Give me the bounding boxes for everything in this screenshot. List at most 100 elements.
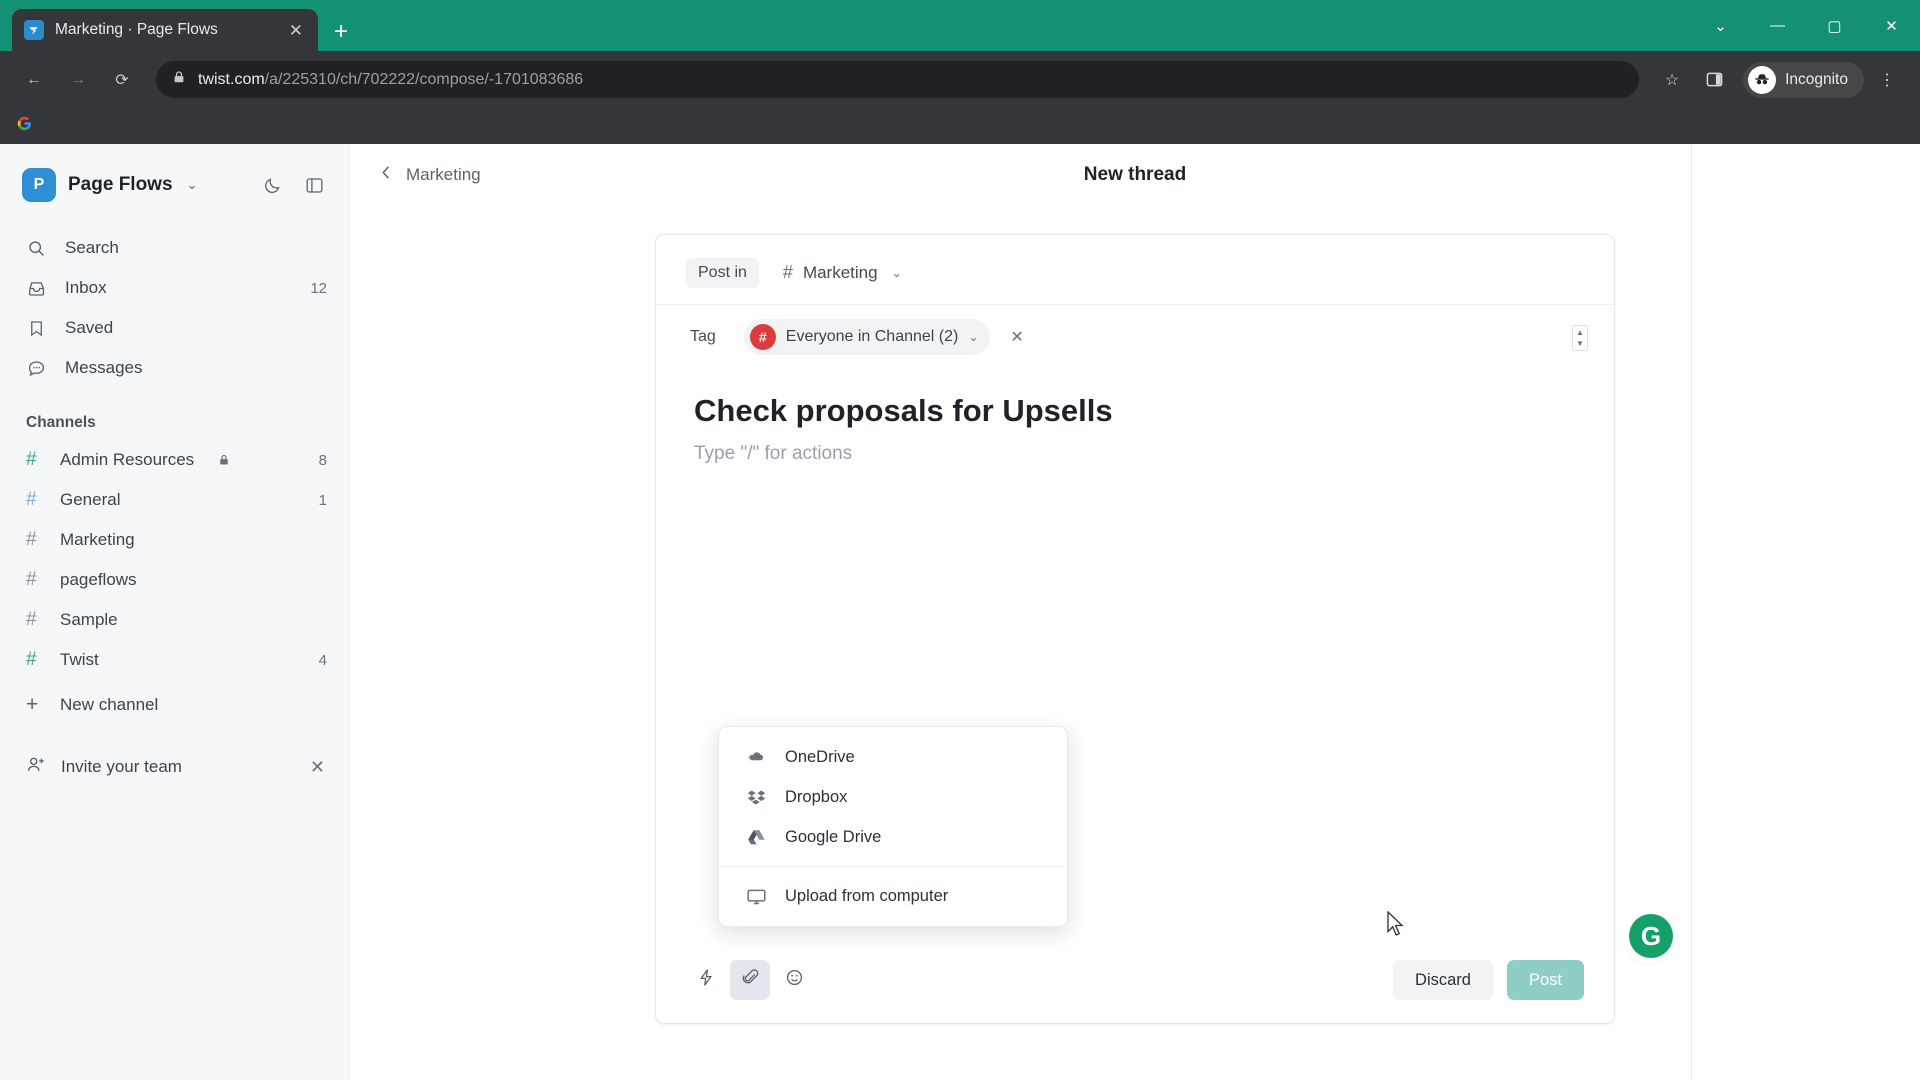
paperclip-icon xyxy=(741,968,760,992)
attachment-button[interactable] xyxy=(730,960,770,1000)
google-bookmark-icon[interactable] xyxy=(16,115,33,137)
chevron-down-icon[interactable]: ⌄ xyxy=(892,266,902,280)
new-tab-button[interactable]: + xyxy=(334,20,348,44)
workspace-header[interactable]: P Page Flows ⌄ xyxy=(0,158,349,212)
bookmark-star-icon[interactable]: ☆ xyxy=(1653,61,1691,99)
compose-area: Post in # Marketing ⌄ Tag # Everyone in … xyxy=(350,206,1920,1080)
back-to-channel-link[interactable]: Marketing xyxy=(380,164,481,186)
sidebar-item-label: Inbox xyxy=(65,278,107,297)
chevron-down-icon[interactable]: ⌄ xyxy=(187,177,198,193)
attach-menu-item-label: Upload from computer xyxy=(785,886,949,905)
forward-button[interactable]: → xyxy=(58,60,98,100)
channel-badge: 4 xyxy=(318,651,327,669)
sidebar-item-search[interactable]: Search xyxy=(0,228,349,268)
plus-icon: + xyxy=(26,693,39,716)
channel-selector[interactable]: # Marketing ⌄ xyxy=(775,257,910,288)
sidebar-channel-twist[interactable]: # Twist 4 xyxy=(0,640,349,680)
channel-label: General xyxy=(60,490,121,509)
attach-menu-item-onedrive[interactable]: OneDrive xyxy=(719,737,1067,777)
window-minimize-button[interactable]: — xyxy=(1749,0,1806,51)
new-channel-label: New channel xyxy=(60,695,159,714)
twist-favicon xyxy=(24,20,44,40)
hash-icon: # xyxy=(26,649,37,670)
browser-menu-icon[interactable]: ⋮ xyxy=(1868,61,1906,99)
sidebar-channel-general[interactable]: # General 1 xyxy=(0,480,349,520)
sidebar: P Page Flows ⌄ Search Inbox 12 Saved Mes… xyxy=(0,144,350,1080)
window-chevron-icon[interactable]: ⌄ xyxy=(1692,0,1749,51)
dropbox-icon xyxy=(745,786,767,808)
channel-label: Sample xyxy=(60,610,118,629)
attachment-menu: OneDrive Dropbox Google Drive Upload fro… xyxy=(718,726,1068,927)
sidebar-channel-sample[interactable]: # Sample xyxy=(0,600,349,640)
messages-icon xyxy=(26,358,47,379)
post-in-label: Post in xyxy=(686,257,759,288)
hash-icon: # xyxy=(26,609,37,630)
sidebar-item-label: Saved xyxy=(65,318,114,337)
hash-icon: # xyxy=(26,449,37,470)
attach-menu-item-dropbox[interactable]: Dropbox xyxy=(719,777,1067,817)
browser-tab[interactable]: Marketing · Page Flows ✕ xyxy=(12,9,318,51)
chevron-down-icon[interactable]: ⌄ xyxy=(968,330,978,344)
reload-button[interactable]: ⟳ xyxy=(102,60,142,100)
emoji-button[interactable] xyxy=(774,960,814,1000)
post-in-row: Post in # Marketing ⌄ xyxy=(656,235,1614,304)
window-close-button[interactable]: ✕ xyxy=(1863,0,1920,51)
search-icon xyxy=(26,238,47,259)
stepper-down-icon[interactable]: ▼ xyxy=(1576,339,1584,348)
attach-menu-item-upload[interactable]: Upload from computer xyxy=(719,876,1067,916)
sidebar-channel-marketing[interactable]: # Marketing xyxy=(0,520,349,560)
tag-row: Tag # Everyone in Channel (2) ⌄ ✕ ▲ ▼ xyxy=(656,304,1614,371)
remove-tag-icon[interactable]: ✕ xyxy=(1010,327,1023,347)
address-bar[interactable]: twist.com/a/225310/ch/702222/compose/-17… xyxy=(156,61,1640,98)
tab-close-icon[interactable]: ✕ xyxy=(286,19,306,42)
sidebar-item-saved[interactable]: Saved xyxy=(0,308,349,348)
quick-actions-button[interactable] xyxy=(686,960,726,1000)
close-icon[interactable]: ✕ xyxy=(310,757,325,778)
invite-team-row[interactable]: Invite your team ✕ xyxy=(0,746,349,788)
invite-team-label: Invite your team xyxy=(61,757,182,776)
attach-menu-item-google-drive[interactable]: Google Drive xyxy=(719,817,1067,857)
address-bar-url: twist.com/a/225310/ch/702222/compose/-17… xyxy=(198,71,583,89)
browser-tab-strip: Marketing · Page Flows ✕ + ⌄ — ▢ ✕ xyxy=(0,0,1920,51)
channel-selector-label: Marketing xyxy=(802,262,878,282)
panel-icon[interactable] xyxy=(299,170,329,200)
side-panel-icon[interactable] xyxy=(1695,61,1733,99)
inbox-icon xyxy=(26,278,47,299)
channel-label: Twist xyxy=(60,650,99,669)
window-maximize-button[interactable]: ▢ xyxy=(1806,0,1863,51)
sidebar-item-messages[interactable]: Messages xyxy=(0,348,349,388)
incognito-profile-button[interactable]: Incognito xyxy=(1743,61,1864,98)
grammarly-button[interactable]: G xyxy=(1629,914,1673,958)
sidebar-item-label: Messages xyxy=(65,358,143,377)
discard-button[interactable]: Discard xyxy=(1393,960,1493,1000)
browser-toolbar: ← → ⟳ twist.com/a/225310/ch/702222/compo… xyxy=(0,51,1920,108)
stepper-up-icon[interactable]: ▲ xyxy=(1576,328,1584,337)
sidebar-channel-admin-resources[interactable]: # Admin Resources 8 xyxy=(0,440,349,480)
main-header: Marketing New thread xyxy=(350,144,1920,206)
window-controls: ⌄ — ▢ ✕ xyxy=(1692,0,1920,51)
post-button[interactable]: Post xyxy=(1506,960,1584,1000)
lightning-icon xyxy=(697,968,716,992)
channels-section-title: Channels xyxy=(26,414,96,431)
back-button[interactable]: ← xyxy=(14,60,54,100)
moon-icon[interactable] xyxy=(257,170,287,200)
main-content: Marketing New thread Post in # Marketing… xyxy=(350,144,1920,1080)
tag-chip[interactable]: # Everyone in Channel (2) ⌄ xyxy=(743,319,991,355)
compose-card: Post in # Marketing ⌄ Tag # Everyone in … xyxy=(655,234,1615,1024)
attach-menu-item-label: Dropbox xyxy=(785,787,848,806)
bookmark-icon xyxy=(26,318,47,339)
url-domain: twist.com xyxy=(198,70,265,88)
onedrive-icon xyxy=(745,746,767,768)
new-channel-button[interactable]: + New channel xyxy=(0,684,349,726)
sidebar-channel-pageflows[interactable]: # pageflows xyxy=(0,560,349,600)
monitor-icon xyxy=(745,885,767,907)
add-person-icon xyxy=(26,755,46,780)
browser-tab-title: Marketing · Page Flows xyxy=(55,21,218,38)
sidebar-item-inbox[interactable]: Inbox 12 xyxy=(0,268,349,308)
lock-icon xyxy=(217,453,231,467)
tag-stepper[interactable]: ▲ ▼ xyxy=(1572,325,1588,351)
hash-icon: # xyxy=(26,529,37,550)
channel-badge: 1 xyxy=(318,491,327,509)
thread-title-input[interactable]: Check proposals for Upsells xyxy=(656,371,1614,435)
channel-label: pageflows xyxy=(60,570,137,589)
